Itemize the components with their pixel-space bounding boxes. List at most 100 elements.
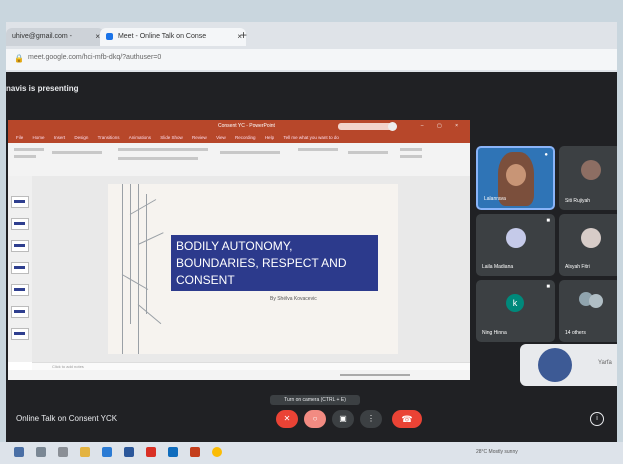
lock-icon: 🔒 [14, 54, 24, 63]
participant-tile[interactable]: k ■ Ning Hinna [476, 280, 555, 342]
new-tab-button[interactable]: + [240, 28, 247, 42]
menu-item[interactable]: Help [265, 135, 274, 140]
leave-call-button[interactable]: ☎ [392, 410, 422, 428]
ppt-user-badge [338, 123, 394, 130]
participant-tile-others[interactable]: 14 others [559, 280, 617, 342]
mic-button[interactable]: ✕ [276, 410, 298, 428]
others-count: 14 others [565, 330, 586, 336]
more-options-button[interactable]: ⋮ [360, 410, 382, 428]
url-text: meet.google.com/hci-mfb-dkq/?authuser=0 [28, 54, 162, 61]
present-button[interactable]: ▣ [332, 410, 354, 428]
participant-name: Ning Hinna [482, 330, 507, 336]
monitor-screen: uhive@gmail.com - × Meet - Online Talk o… [6, 22, 617, 442]
self-name: Yarfa [598, 360, 612, 366]
participant-tile[interactable]: Alsyah Fitri [559, 214, 617, 276]
meet-favicon-icon [106, 32, 113, 40]
menu-item[interactable]: Review [192, 135, 207, 140]
circuit-line [122, 184, 123, 354]
tab-gmail-label: uhive@gmail.com - [12, 33, 73, 40]
chrome-icon[interactable] [212, 447, 222, 457]
slide-title: BODILY AUTONOMY, BOUNDARIES, RESPECT AND… [171, 235, 378, 291]
ppt-ribbon [8, 143, 470, 177]
info-icon[interactable]: i [590, 412, 604, 426]
camera-button[interactable]: ○ [304, 410, 326, 428]
presenting-label: navis is presenting [6, 84, 79, 93]
ribbon-group[interactable] [220, 151, 280, 154]
tab-meet[interactable]: Meet - Online Talk on Conse × [100, 28, 246, 46]
more-icon: ⋮ [367, 414, 375, 423]
participant-name: Alsyah Fitri [565, 264, 590, 270]
avatar [581, 228, 601, 248]
ribbon-group[interactable] [298, 148, 338, 151]
window-controls-icon[interactable]: – ▢ × [421, 120, 464, 133]
participant-name: Lalanrava [484, 196, 506, 202]
ribbon-group[interactable] [14, 155, 36, 158]
current-slide[interactable]: BODILY AUTONOMY, BOUNDARIES, RESPECT AND… [108, 184, 398, 354]
weather-text[interactable]: 28°C Mostly sunny [476, 449, 518, 455]
speaking-icon: ● [544, 152, 548, 158]
camera-tooltip: Turn on camera (CTRL + E) [270, 395, 360, 405]
circuit-line [146, 194, 147, 314]
menu-item[interactable]: Recording [235, 135, 256, 140]
edge-icon[interactable] [102, 447, 112, 457]
powerpoint-icon[interactable] [190, 447, 200, 457]
meeting-title: Online Talk on Consent YCK [16, 414, 118, 423]
menu-item[interactable]: File [16, 135, 23, 140]
menu-item[interactable]: Tell me what you want to do [283, 135, 339, 140]
circuit-line [130, 184, 131, 324]
slide-subtitle: By Shélva Kovacevic [270, 296, 317, 302]
self-view-tile[interactable]: Yarfa [520, 344, 617, 386]
participant-tile[interactable]: Siti Rujiyah [559, 146, 617, 210]
browser-chrome: uhive@gmail.com - × Meet - Online Talk o… [6, 22, 617, 72]
slide-thumbnail[interactable] [11, 240, 29, 252]
ribbon-group[interactable] [118, 157, 198, 160]
slide-thumbnail[interactable] [11, 328, 29, 340]
search-icon[interactable] [36, 447, 46, 457]
circuit-branch [137, 304, 162, 325]
phone-icon: ☎ [401, 414, 413, 424]
ppt-titlebar: Consent YC - PowerPoint – ▢ × [8, 120, 470, 133]
ribbon-group[interactable] [400, 148, 422, 151]
ribbon-group[interactable] [118, 148, 208, 151]
slide-thumbnail[interactable] [11, 218, 29, 230]
slide-thumbnail[interactable] [11, 306, 29, 318]
tab-gmail[interactable]: uhive@gmail.com - × [6, 28, 104, 46]
participant-tile-active[interactable]: ● Lalanrava [476, 146, 555, 210]
ppt-window-title: Consent YC - PowerPoint [218, 123, 275, 129]
ribbon-group[interactable] [400, 155, 422, 158]
zoom-slider[interactable] [340, 374, 410, 376]
shared-powerpoint-window: Consent YC - PowerPoint – ▢ × File Home … [8, 120, 470, 380]
menu-item[interactable]: Slide Show [160, 135, 183, 140]
start-icon[interactable] [14, 447, 24, 457]
avatar [388, 122, 397, 131]
avatar [581, 160, 601, 180]
ribbon-group[interactable] [14, 148, 44, 151]
menu-item[interactable]: Animations [129, 135, 151, 140]
slide-thumbnails [8, 176, 32, 362]
outlook-icon[interactable] [168, 447, 178, 457]
menu-item[interactable]: View [216, 135, 226, 140]
ribbon-group[interactable] [348, 151, 388, 154]
avatar [506, 228, 526, 248]
word-icon[interactable] [124, 447, 134, 457]
ribbon-group[interactable] [52, 151, 102, 154]
slide-thumbnail[interactable] [11, 196, 29, 208]
menu-item[interactable]: Transitions [98, 135, 120, 140]
avatar: k [506, 294, 524, 312]
menu-item[interactable]: Home [33, 135, 45, 140]
circuit-branch [121, 274, 149, 290]
notes-pane[interactable]: Click to add notes [32, 362, 470, 370]
participant-tile[interactable]: ■ Laila Madiana [476, 214, 555, 276]
menu-item[interactable]: Design [74, 135, 88, 140]
mic-off-icon: ■ [546, 284, 550, 290]
ppt-status-bar [8, 370, 470, 380]
slide-editor: BODILY AUTONOMY, BOUNDARIES, RESPECT AND… [32, 176, 470, 362]
slide-thumbnail[interactable] [11, 284, 29, 296]
participant-name: Siti Rujiyah [565, 198, 591, 204]
task-view-icon[interactable] [58, 447, 68, 457]
explorer-icon[interactable] [80, 447, 90, 457]
acrobat-icon[interactable] [146, 447, 156, 457]
address-bar[interactable]: 🔒 meet.google.com/hci-mfb-dkq/?authuser=… [6, 49, 617, 70]
slide-thumbnail[interactable] [11, 262, 29, 274]
menu-item[interactable]: Insert [54, 135, 65, 140]
